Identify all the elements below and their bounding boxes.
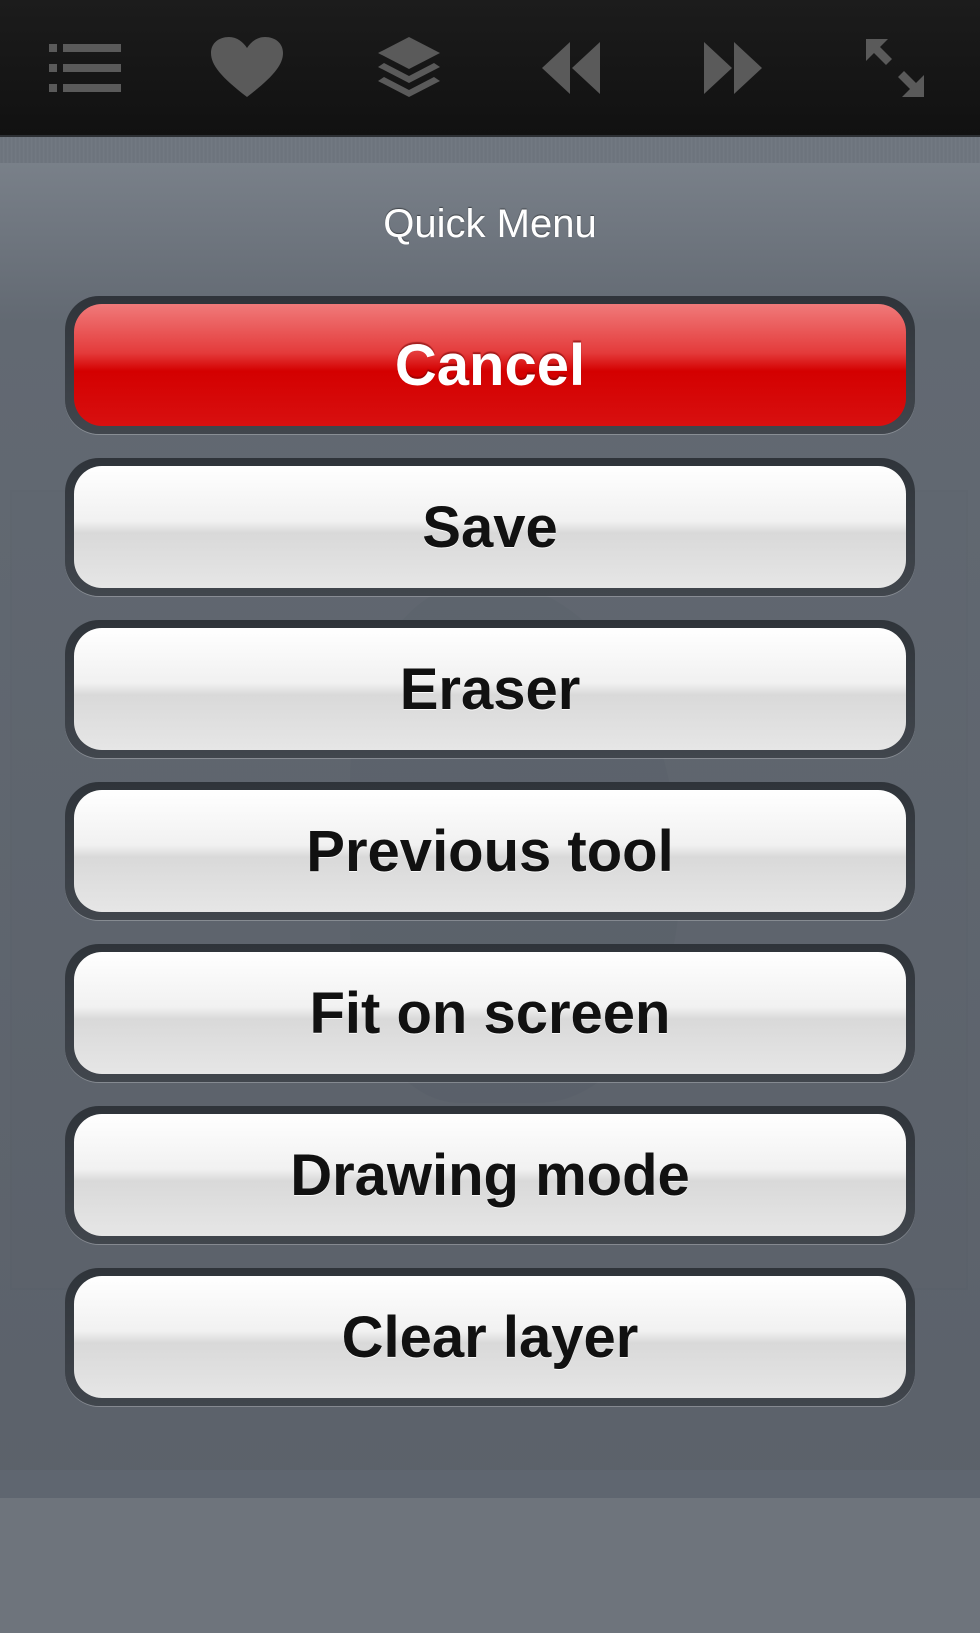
quick-menu-title: Quick Menu	[383, 202, 597, 246]
eraser-button[interactable]: Eraser	[74, 628, 906, 750]
fit-on-screen-button-slot: Fit on screen	[65, 944, 915, 1082]
clear-layer-button[interactable]: Clear layer	[74, 1276, 906, 1398]
save-button[interactable]: Save	[74, 466, 906, 588]
heart-icon[interactable]	[202, 23, 292, 113]
eraser-button-slot: Eraser	[65, 620, 915, 758]
toolbar-separator	[0, 135, 980, 163]
bottom-toolbar	[0, 1498, 980, 1633]
layers-icon[interactable]	[364, 23, 454, 113]
cancel-button[interactable]: Cancel	[74, 304, 906, 426]
list-icon[interactable]	[40, 23, 130, 113]
fast-forward-icon[interactable]	[688, 23, 778, 113]
previous-tool-button[interactable]: Previous tool	[74, 790, 906, 912]
fit-on-screen-button[interactable]: Fit on screen	[74, 952, 906, 1074]
cancel-button-slot: Cancel	[65, 296, 915, 434]
previous-tool-button-slot: Previous tool	[65, 782, 915, 920]
rewind-icon[interactable]	[526, 23, 616, 113]
fullscreen-icon[interactable]	[850, 23, 940, 113]
top-toolbar	[0, 0, 980, 135]
drawing-mode-button[interactable]: Drawing mode	[74, 1114, 906, 1236]
save-button-slot: Save	[65, 458, 915, 596]
drawing-mode-button-slot: Drawing mode	[65, 1106, 915, 1244]
clear-layer-button-slot: Clear layer	[65, 1268, 915, 1406]
